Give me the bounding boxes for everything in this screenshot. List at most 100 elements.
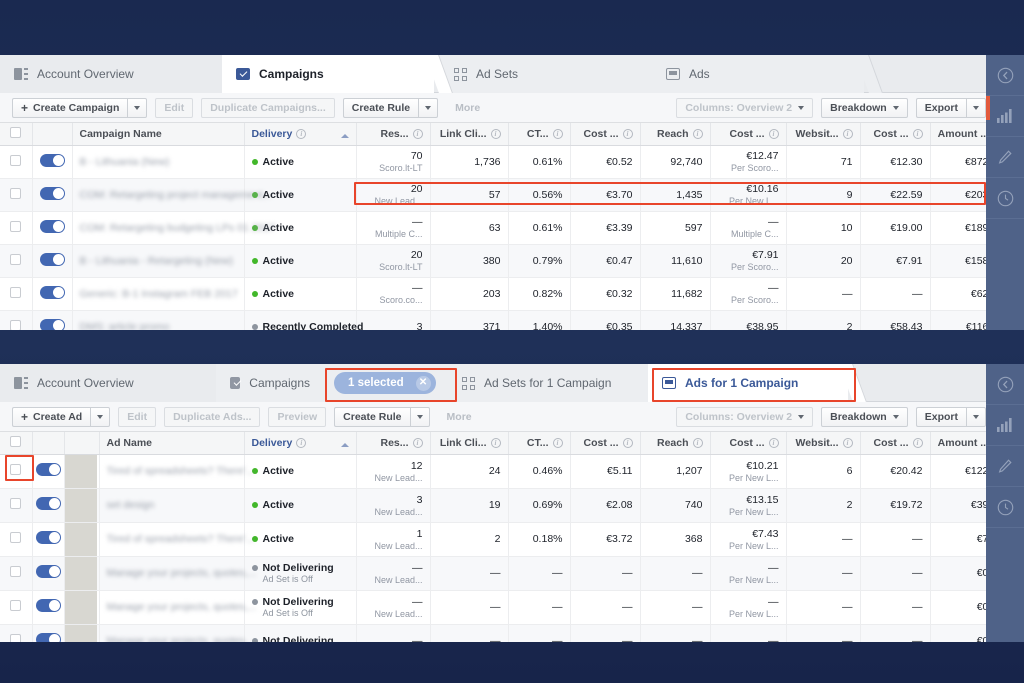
row-toggle-cell[interactable] xyxy=(32,522,65,557)
col-delivery[interactable]: Delivery i xyxy=(244,123,357,146)
info-icon[interactable]: i xyxy=(552,128,563,139)
row-name-cell[interactable]: DMS: article promo xyxy=(72,310,245,330)
bar-chart-icon[interactable] xyxy=(986,96,1024,137)
row-select-cell[interactable] xyxy=(0,277,33,311)
col-ctr[interactable]: CT... i xyxy=(508,432,571,455)
sort-ascending-icon[interactable] xyxy=(340,133,349,138)
row-checkbox[interactable] xyxy=(10,600,22,611)
status-toggle[interactable] xyxy=(35,531,61,544)
create-rule-caret-button[interactable] xyxy=(418,97,439,118)
row-checkbox[interactable] xyxy=(10,464,22,475)
export-group[interactable]: Export xyxy=(915,407,986,427)
create-rule-group[interactable]: Create Rule xyxy=(334,406,430,427)
row-name-cell[interactable]: COM: Retargeting project management... xyxy=(72,178,272,212)
tab-ads-for-campaign[interactable]: Ads for 1 Campaign xyxy=(648,364,867,402)
create-campaign-button[interactable]: + Create Campaign xyxy=(12,97,128,118)
row-checkbox[interactable] xyxy=(10,498,22,509)
row-checkbox[interactable] xyxy=(10,187,22,199)
export-button[interactable]: Export xyxy=(915,407,966,427)
table-row[interactable]: Manage your projects, quotes,... Not Deli… xyxy=(0,556,1010,591)
info-icon[interactable]: i xyxy=(692,437,703,448)
row-toggle-cell[interactable] xyxy=(32,454,65,489)
export-caret-button[interactable] xyxy=(966,98,986,118)
info-icon[interactable]: i xyxy=(842,437,853,448)
create-ad-caret-button[interactable] xyxy=(90,406,111,427)
row-select-cell[interactable] xyxy=(0,178,33,212)
status-toggle[interactable] xyxy=(35,497,61,510)
row-name-cell[interactable]: Manage your projects, quotes,... xyxy=(99,556,257,591)
table-row[interactable]: COM: Retargeting project management... Ac… xyxy=(0,178,1010,212)
row-name-cell[interactable]: Manage your projects, quotes,... xyxy=(99,624,257,642)
col-cost-2[interactable]: Cost ... i xyxy=(860,123,931,146)
tab-selected-pill[interactable]: 1 selected ✕ xyxy=(326,364,467,402)
breakdown-button[interactable]: Breakdown xyxy=(821,98,908,118)
row-select-cell[interactable] xyxy=(0,244,33,278)
info-icon[interactable]: i xyxy=(490,437,501,448)
tab-ad-sets-for-campaign[interactable]: Ad Sets for 1 Campaign xyxy=(448,364,667,402)
info-icon[interactable]: i xyxy=(412,437,423,448)
table-row[interactable]: B - Lithuania - Retargeting (New) Active 2… xyxy=(0,244,1010,278)
row-select-cell[interactable] xyxy=(0,211,33,245)
row-toggle-cell[interactable] xyxy=(32,178,73,212)
edit-button[interactable]: Edit xyxy=(155,97,194,118)
col-cost-per-click[interactable]: Cost ... i xyxy=(570,432,641,455)
info-icon[interactable]: i xyxy=(296,128,307,139)
info-icon[interactable]: i xyxy=(412,128,423,139)
row-select-cell[interactable] xyxy=(0,624,33,642)
row-checkbox[interactable] xyxy=(10,286,22,298)
select-all-checkbox[interactable] xyxy=(10,435,22,447)
status-toggle[interactable] xyxy=(35,633,61,642)
col-cost-per-result[interactable]: Cost ... i xyxy=(710,432,787,455)
tab-ads[interactable]: Ads xyxy=(652,55,883,93)
row-toggle-cell[interactable] xyxy=(32,277,73,311)
col-link-clicks[interactable]: Link Cli... i xyxy=(430,432,509,455)
row-name-cell[interactable]: set design xyxy=(99,488,245,523)
row-name-cell[interactable]: Tired of spreadsheets? There'... xyxy=(99,522,254,557)
col-delivery[interactable]: Delivery i xyxy=(244,432,357,455)
export-caret-button[interactable] xyxy=(966,407,986,427)
col-ad-name[interactable]: Ad Name xyxy=(99,432,245,455)
info-icon[interactable]: i xyxy=(768,437,779,448)
row-select-cell[interactable] xyxy=(0,454,33,489)
table-row[interactable]: Tired of spreadsheets? There'... Active 1 N… xyxy=(0,522,1010,557)
tab-campaigns[interactable]: Campaigns xyxy=(216,364,345,402)
table-row[interactable]: B - Lithuania (New) Active 70 Scoro.lt-LT 1,… xyxy=(0,145,1010,179)
info-icon[interactable]: i xyxy=(296,437,307,448)
col-website-actions[interactable]: Websit... i xyxy=(786,123,861,146)
status-toggle[interactable] xyxy=(39,285,65,299)
clock-history-icon[interactable] xyxy=(986,487,1024,528)
create-campaign-caret-button[interactable] xyxy=(127,97,148,118)
row-select-cell[interactable] xyxy=(0,590,33,625)
status-toggle[interactable] xyxy=(35,463,61,476)
select-all-header[interactable] xyxy=(0,123,33,146)
columns-button[interactable]: Columns: Overview 2 xyxy=(676,407,814,427)
row-name-cell[interactable]: COM: Retargeting budgeting LPs 01 2017 xyxy=(72,211,275,245)
duplicate-campaigns-button[interactable]: Duplicate Campaigns... xyxy=(201,97,335,118)
status-toggle[interactable] xyxy=(39,219,65,233)
status-toggle[interactable] xyxy=(39,252,65,266)
collapse-chevron-left-icon[interactable] xyxy=(986,364,1024,405)
more-button[interactable]: More xyxy=(438,407,481,427)
row-toggle-cell[interactable] xyxy=(32,556,65,591)
tab-account-overview[interactable]: Account Overview xyxy=(0,55,241,93)
row-toggle-cell[interactable] xyxy=(32,624,65,642)
row-select-cell[interactable] xyxy=(0,522,33,557)
row-select-cell[interactable] xyxy=(0,488,33,523)
create-rule-group[interactable]: Create Rule xyxy=(342,97,439,118)
row-checkbox[interactable] xyxy=(10,532,22,543)
row-name-cell[interactable]: Manage your projects, quotes,... xyxy=(99,590,257,625)
row-toggle-cell[interactable] xyxy=(32,211,73,245)
status-toggle[interactable] xyxy=(35,599,61,612)
pencil-edit-icon[interactable] xyxy=(986,446,1024,487)
row-name-cell[interactable]: Generic: B-1 Instagram FEB 2017 xyxy=(72,277,245,311)
info-icon[interactable]: i xyxy=(842,128,853,139)
col-cost-per-result[interactable]: Cost ... i xyxy=(710,123,787,146)
table-row[interactable]: COM: Retargeting budgeting LPs 01 2017 Ac… xyxy=(0,211,1010,245)
select-all-checkbox[interactable] xyxy=(10,126,22,138)
row-select-cell[interactable] xyxy=(0,310,33,330)
close-icon[interactable]: ✕ xyxy=(415,375,431,391)
tab-campaigns[interactable]: Campaigns xyxy=(222,55,453,93)
status-toggle[interactable] xyxy=(39,318,65,330)
info-icon[interactable]: i xyxy=(912,128,923,139)
info-icon[interactable]: i xyxy=(692,128,703,139)
